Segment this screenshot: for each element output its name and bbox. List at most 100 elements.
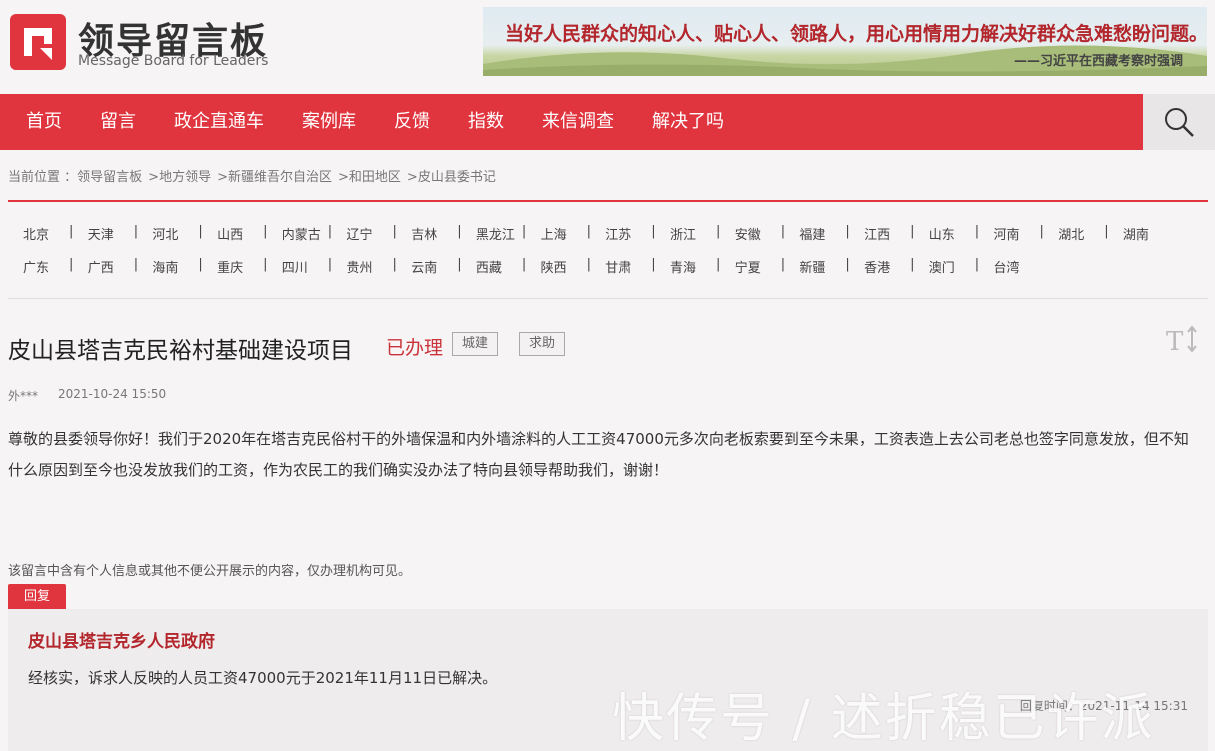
- watermark-text: 快传号 / 述折稳已许派: [612, 689, 1155, 749]
- region-separator: |: [133, 224, 139, 239]
- region-separator: |: [974, 257, 980, 272]
- nav-item-message[interactable]: 留言: [100, 94, 136, 150]
- region-link[interactable]: 广西: [88, 257, 114, 276]
- breadcrumb-link[interactable]: 地方领导: [159, 170, 211, 185]
- nav-item-feedback[interactable]: 反馈: [394, 94, 430, 150]
- region-separator: |: [910, 224, 915, 239]
- breadcrumb-link[interactable]: 领导留言板: [77, 170, 142, 185]
- region-link[interactable]: 四川: [282, 257, 308, 276]
- breadcrumb-link[interactable]: 和田地区: [349, 170, 401, 185]
- region-link[interactable]: 澳门: [929, 257, 955, 276]
- region-separator: |: [586, 257, 591, 272]
- main-nav: 首页 留言 政企直通车 案例库 反馈 指数 来信调查 解决了吗: [0, 94, 1215, 150]
- region-separator: |: [716, 257, 721, 272]
- region-separator: |: [327, 257, 333, 272]
- region-separator: |: [198, 224, 203, 239]
- site-header: 领导留言板 Message Board for Leaders 当好人民群众的知…: [0, 0, 1215, 94]
- search-button[interactable]: [1143, 94, 1215, 150]
- region-link[interactable]: 陕西: [541, 257, 567, 276]
- region-link[interactable]: 北京: [23, 224, 49, 243]
- breadcrumb-separator: >: [406, 170, 418, 185]
- region-link[interactable]: 海南: [152, 257, 178, 276]
- region-link[interactable]: 辽宁: [347, 224, 373, 243]
- privacy-note: 该留言中含有个人信息或其他不便公开展示的内容，仅办理机构可见。: [8, 564, 412, 579]
- nav-item-home[interactable]: 首页: [26, 94, 62, 150]
- region-separator: |: [69, 224, 74, 239]
- region-link[interactable]: 浙江: [670, 224, 696, 243]
- region-separator: |: [392, 257, 397, 272]
- breadcrumb-separator: >: [217, 170, 228, 185]
- region-link[interactable]: 宁夏: [735, 257, 761, 276]
- region-separator: |: [327, 224, 333, 239]
- region-selector: 北京 | 天津 | 河北 | 山西 | 内蒙古 | 辽宁 | 吉林 | 黑龙江 | 上海 | 江苏 | 浙江 | 安徽 | 福建…: [8, 214, 1208, 280]
- banner-quote: 当好人民群众的知心人、贴心人、领路人，用心用情用力解决好群众急难愁盼问题。: [505, 23, 1207, 45]
- status-badge: 已办理: [386, 337, 444, 359]
- region-link[interactable]: 新疆: [799, 257, 825, 276]
- search-icon: [1165, 108, 1194, 137]
- region-separator: |: [198, 257, 203, 272]
- divider-gray: [8, 298, 1208, 299]
- nav-item-survey[interactable]: 来信调查: [542, 94, 614, 150]
- region-link[interactable]: 黑龙江: [476, 224, 515, 243]
- region-separator: |: [845, 224, 850, 239]
- breadcrumb-label: 当前位置 ：: [8, 170, 78, 185]
- region-link[interactable]: 湖南: [1123, 224, 1149, 243]
- region-separator: |: [521, 224, 527, 239]
- region-link[interactable]: 河北: [152, 224, 178, 243]
- breadcrumb: 当前位置 ：领导留言板 >地方领导 >新疆维吾尔自治区 >和田地区 >皮山县委书记: [8, 166, 496, 185]
- region-link[interactable]: 山西: [217, 224, 243, 243]
- nav-item-cases[interactable]: 案例库: [302, 94, 356, 150]
- tag-category[interactable]: 城建: [452, 332, 499, 356]
- region-separator: |: [586, 224, 591, 239]
- breadcrumb-separator: >: [338, 170, 349, 185]
- region-link[interactable]: 天津: [88, 224, 114, 243]
- region-separator: |: [133, 257, 139, 272]
- region-link[interactable]: 甘肃: [605, 257, 631, 276]
- region-link[interactable]: 广东: [23, 257, 49, 276]
- reply-organization: 皮山县塔吉克乡人民政府: [28, 632, 215, 652]
- reply-text: 经核实，诉求人反映的人员工资47000元于2021年11月11日已解决。: [28, 669, 498, 687]
- region-separator: |: [780, 257, 786, 272]
- region-link[interactable]: 江西: [864, 224, 890, 243]
- tag-type[interactable]: 求助: [519, 332, 566, 356]
- region-separator: |: [1039, 224, 1044, 239]
- region-link[interactable]: 上海: [541, 224, 567, 243]
- region-link[interactable]: 重庆: [217, 257, 243, 276]
- region-link[interactable]: 福建: [799, 224, 825, 243]
- region-link[interactable]: 安徽: [735, 224, 761, 243]
- region-link[interactable]: 青海: [670, 257, 696, 276]
- region-separator: |: [263, 224, 268, 239]
- region-separator: |: [457, 224, 462, 239]
- nav-item-index[interactable]: 指数: [468, 94, 504, 150]
- region-separator: |: [69, 257, 74, 272]
- region-link[interactable]: 贵州: [347, 257, 373, 276]
- region-separator: |: [651, 224, 656, 239]
- divider-red: [8, 200, 1208, 202]
- site-logo[interactable]: 领导留言板 Message Board for Leaders: [10, 12, 270, 70]
- font-size-icon[interactable]: T: [1166, 324, 1200, 354]
- region-link[interactable]: 云南: [411, 257, 437, 276]
- region-link[interactable]: 山东: [929, 224, 955, 243]
- reply-badge: 回复: [8, 584, 66, 609]
- region-link[interactable]: 湖北: [1058, 224, 1084, 243]
- message-title: 皮山县塔吉克民裕村基础建设项目: [8, 338, 353, 364]
- region-separator: |: [910, 257, 915, 272]
- breadcrumb-separator: >: [148, 170, 160, 185]
- message-author: 外***: [8, 389, 39, 403]
- region-link[interactable]: 内蒙古: [282, 224, 321, 243]
- region-link[interactable]: 香港: [864, 257, 890, 276]
- region-link[interactable]: 江苏: [605, 224, 631, 243]
- breadcrumb-current[interactable]: 皮山县委书记: [418, 170, 496, 185]
- message-body: 尊敬的县委领导你好！我们于2020年在塔吉克民俗村干的外墙保温和内外墙涂料的人工…: [8, 430, 1189, 479]
- nav-item-enterprise[interactable]: 政企直通车: [174, 94, 264, 150]
- region-link[interactable]: 台湾: [994, 257, 1020, 276]
- region-separator: |: [780, 224, 786, 239]
- region-separator: |: [457, 257, 462, 272]
- region-separator: |: [521, 257, 527, 272]
- nav-item-resolved[interactable]: 解决了吗: [652, 94, 724, 150]
- region-link[interactable]: 吉林: [411, 224, 437, 243]
- region-link[interactable]: 河南: [994, 224, 1020, 243]
- region-link[interactable]: 西藏: [476, 257, 502, 276]
- breadcrumb-link[interactable]: 新疆维吾尔自治区: [228, 170, 332, 185]
- svg-text:T: T: [1166, 327, 1184, 354]
